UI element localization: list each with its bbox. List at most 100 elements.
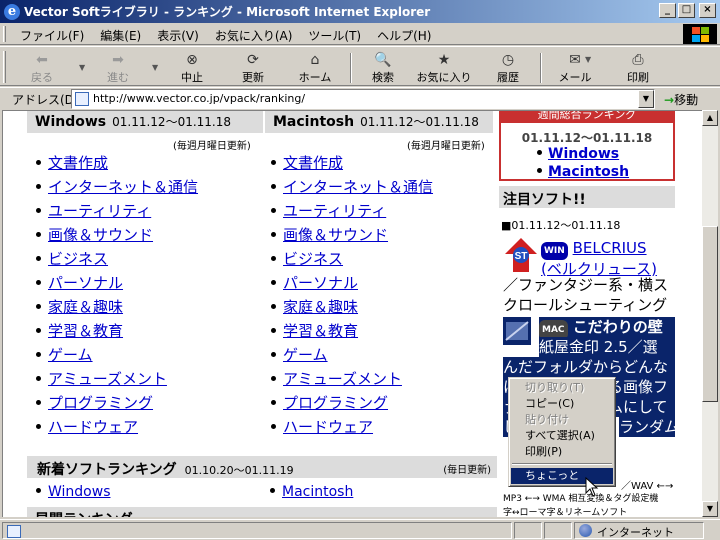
menu-item-copy[interactable]: コピー(C) [511, 396, 613, 412]
address-label: アドレス(D) [12, 93, 79, 107]
home-button[interactable]: ⌂ ホーム [287, 51, 343, 85]
category-link[interactable]: ユーティリティ [48, 202, 151, 220]
address-url[interactable]: http://www.vector.co.jp/vpack/ranking/ [93, 92, 305, 105]
category-link[interactable]: ゲーム [283, 346, 328, 364]
scroll-down-button[interactable]: ▼ [702, 501, 718, 517]
vertical-scrollbar[interactable]: ▲ ▼ [702, 110, 718, 517]
category-link[interactable]: アミューズメント [283, 370, 402, 388]
go-button[interactable]: →移動 [664, 91, 698, 108]
category-link[interactable]: 画像＆サウンド [283, 226, 388, 244]
new-ranking-header: 新着ソフトランキング 01.10.20～01.11.19 (毎日更新) [27, 456, 497, 478]
list-item: ビジネス [33, 248, 198, 272]
category-link[interactable]: アミューズメント [48, 370, 167, 388]
mail-button[interactable]: ✉ メール [547, 51, 603, 85]
status-pane [544, 522, 572, 539]
list-item: アミューズメント [268, 368, 433, 392]
selected-line: 紙屋金印 2.5／選 [539, 337, 675, 357]
menu-file[interactable]: ファイル(F) [12, 26, 92, 43]
list-item: 家庭＆趣味 [33, 296, 198, 320]
close-button[interactable]: × [699, 3, 716, 18]
list-item: 家庭＆趣味 [268, 296, 433, 320]
menu-tools[interactable]: ツール(T) [300, 26, 369, 43]
mail-dropdown-icon[interactable]: ▼ [585, 55, 591, 64]
weekly-mac-link[interactable]: Macintosh [548, 164, 629, 180]
menu-item-paste[interactable]: 貼り付け [511, 412, 613, 428]
category-link[interactable]: インターネット＆通信 [48, 178, 198, 196]
category-link[interactable]: 家庭＆趣味 [283, 298, 358, 316]
forward-arrow-icon: ➡ [112, 52, 124, 68]
list-item: プログラミング [33, 392, 198, 416]
address-dropdown-icon[interactable]: ▼ [638, 90, 654, 108]
maximize-button[interactable]: □ [678, 3, 695, 18]
address-field[interactable]: http://www.vector.co.jp/vpack/ranking/ ▼ [71, 89, 655, 109]
printer-icon: ⎙ [632, 52, 644, 68]
menu-edit[interactable]: 編集(E) [92, 26, 149, 43]
category-link[interactable]: ビジネス [283, 250, 343, 268]
forward-button[interactable]: ➡ 進む [90, 51, 146, 85]
windows-logo-icon [683, 24, 717, 44]
list-item: ハードウェア [33, 416, 198, 440]
notable-software-header: 注目ソフト!! [499, 186, 675, 208]
mac-update-note: (毎週月曜日更新) [407, 141, 485, 152]
minimize-button[interactable]: _ [659, 3, 676, 18]
category-link[interactable]: 文書作成 [48, 154, 108, 172]
list-item: アミューズメント [33, 368, 198, 392]
category-link[interactable]: ハードウェア [283, 418, 373, 436]
category-link[interactable]: ユーティリティ [283, 202, 386, 220]
globe-icon [579, 524, 592, 537]
print-button[interactable]: ⎙ 印刷 [610, 51, 666, 85]
search-button[interactable]: 🔍 検索 [355, 51, 411, 85]
category-link[interactable]: パーソナル [48, 274, 123, 292]
weekly-ranking-box: 週間総合ランキング 01.11.12～01.11.18 Windows Maci… [499, 111, 675, 181]
new-ranking-title: 新着ソフトランキング [37, 462, 177, 478]
history-label: 履歴 [497, 71, 519, 84]
menu-item-cut[interactable]: 切り取り(T) [511, 380, 613, 396]
app2-name[interactable]: こだわりの壁 [573, 318, 663, 336]
category-link[interactable]: 家庭＆趣味 [48, 298, 123, 316]
home-icon: ⌂ [310, 52, 320, 68]
favorites-label: お気に入り [416, 71, 472, 84]
category-link[interactable]: プログラミング [283, 394, 388, 412]
category-link[interactable]: 学習＆教育 [283, 322, 358, 340]
new-mac-link[interactable]: Macintosh [282, 484, 353, 500]
category-link[interactable]: パーソナル [283, 274, 358, 292]
category-link[interactable]: 画像＆サウンド [48, 226, 153, 244]
page-status-icon [7, 525, 21, 538]
stop-icon: ⊗ [186, 52, 198, 68]
category-link[interactable]: ゲーム [48, 346, 93, 364]
win-badge: WIN [541, 242, 568, 260]
favorites-button[interactable]: ★ お気に入り [412, 51, 476, 85]
category-link[interactable]: 学習＆教育 [48, 322, 123, 340]
new-windows-link[interactable]: Windows [48, 484, 111, 500]
category-link[interactable]: ハードウェア [48, 418, 138, 436]
list-item: 文書作成 [268, 152, 433, 176]
scroll-up-button[interactable]: ▲ [702, 110, 718, 126]
weekly-windows-link[interactable]: Windows [548, 146, 619, 162]
back-button[interactable]: ⬅ 戻る [14, 51, 70, 85]
category-link[interactable]: プログラミング [48, 394, 153, 412]
menu-favorites[interactable]: お気に入り(A) [207, 26, 301, 43]
selected-line: ランダムアップ [619, 417, 675, 437]
stop-button[interactable]: ⊗ 中止 [164, 51, 220, 85]
menu-separator [512, 463, 612, 465]
menu-item-print[interactable]: 印刷(P) [511, 444, 613, 460]
menu-view[interactable]: 表示(V) [149, 26, 207, 43]
new-ranking-date: 01.10.20～01.11.19 [184, 464, 294, 477]
menu-item-select-all[interactable]: すべて選択(A) [511, 428, 613, 444]
mouse-cursor-icon [585, 477, 599, 497]
menu-help[interactable]: ヘルプ(H) [369, 26, 439, 43]
title-bar: e Vector Softライブラリ - ランキング - Microsoft I… [0, 0, 720, 23]
forward-dropdown-icon[interactable]: ▼ [152, 63, 158, 72]
mac-category-list: 文書作成 インターネット＆通信 ユーティリティ 画像＆サウンド ビジネス パーソ… [268, 152, 433, 440]
belcrius-link[interactable]: BELCRIUS [573, 239, 647, 257]
home-label: ホーム [298, 71, 332, 84]
history-button[interactable]: ◷ 履歴 [480, 51, 536, 85]
st-logo-icon: ST [505, 238, 537, 272]
app-image-icon [505, 321, 529, 341]
scroll-thumb[interactable] [702, 226, 718, 402]
category-link[interactable]: 文書作成 [283, 154, 343, 172]
refresh-button[interactable]: ⟳ 更新 [225, 51, 281, 85]
back-dropdown-icon[interactable]: ▼ [79, 63, 85, 72]
category-link[interactable]: インターネット＆通信 [283, 178, 433, 196]
category-link[interactable]: ビジネス [48, 250, 108, 268]
